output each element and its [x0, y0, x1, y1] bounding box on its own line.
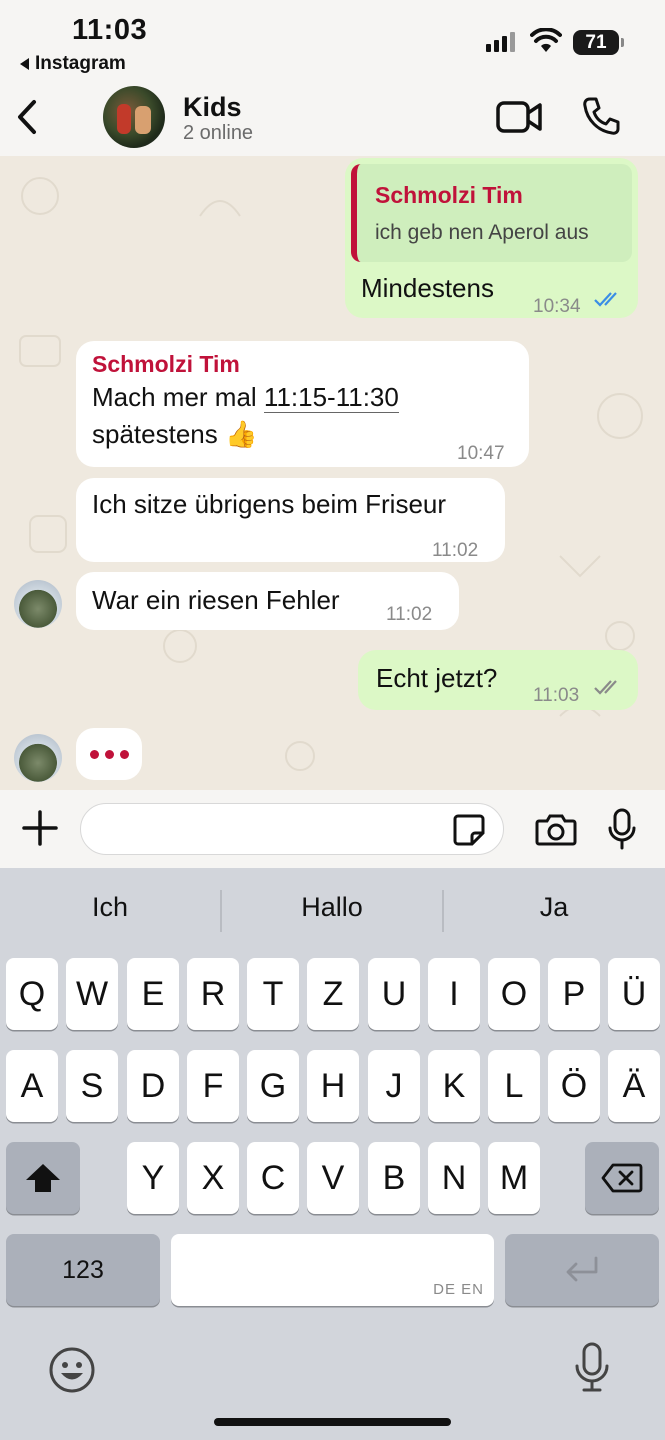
- message-outgoing-mindestens[interactable]: Schmolzi Tim ich geb nen Aperol aus Mind…: [345, 158, 638, 318]
- typing-dot: [119, 749, 129, 759]
- key-t[interactable]: T: [247, 958, 299, 1030]
- key-x[interactable]: X: [187, 1142, 239, 1214]
- attach-plus-icon[interactable]: [22, 810, 58, 846]
- key-j[interactable]: J: [368, 1050, 420, 1122]
- message-text: Mach mer mal: [92, 382, 264, 412]
- key-b[interactable]: B: [368, 1142, 420, 1214]
- key-m[interactable]: M: [488, 1142, 540, 1214]
- key-ae[interactable]: Ä: [608, 1050, 660, 1122]
- message-time: 11:03: [533, 685, 580, 706]
- chat-area[interactable]: Schmolzi Tim ich geb nen Aperol aus Mind…: [0, 156, 665, 790]
- wifi-icon: [530, 28, 562, 52]
- key-s[interactable]: S: [66, 1050, 118, 1122]
- video-call-icon[interactable]: [496, 100, 542, 134]
- voice-message-mic-icon[interactable]: [607, 808, 637, 850]
- key-d[interactable]: D: [127, 1050, 179, 1122]
- keyboard-language-label: DE EN: [433, 1281, 484, 1298]
- message-text: spätestens 👍: [92, 419, 258, 449]
- chat-online-status: 2 online: [183, 122, 254, 144]
- message-text: Mindestens: [361, 273, 494, 303]
- status-time: 11:03: [72, 14, 148, 46]
- key-a[interactable]: A: [6, 1050, 58, 1122]
- typing-indicator: [76, 728, 142, 780]
- key-oe[interactable]: Ö: [548, 1050, 600, 1122]
- shift-arrow-icon: [26, 1164, 60, 1192]
- key-f[interactable]: F: [187, 1050, 239, 1122]
- home-indicator[interactable]: [214, 1418, 451, 1426]
- message-time: 11:02: [432, 540, 479, 561]
- typing-sender-avatar[interactable]: [14, 734, 62, 782]
- message-sender: Schmolzi Tim: [92, 351, 240, 377]
- delivered-ticks-icon: [594, 680, 617, 695]
- voice-call-icon[interactable]: [582, 96, 620, 136]
- back-chevron-icon[interactable]: [12, 96, 46, 138]
- message-time: 10:47: [457, 443, 505, 464]
- key-n[interactable]: N: [428, 1142, 480, 1214]
- key-y[interactable]: Y: [127, 1142, 179, 1214]
- return-key[interactable]: [505, 1234, 659, 1306]
- emoji-keyboard-icon[interactable]: [48, 1346, 96, 1394]
- message-incoming-friseur[interactable]: Ich sitze übrigens beim Friseur 11:02: [76, 478, 505, 562]
- back-triangle-icon: [20, 58, 29, 70]
- typing-dot: [104, 749, 114, 759]
- onscreen-keyboard: Ich Hallo Ja Q W E R T Z U I O P Ü A S D…: [0, 868, 665, 1440]
- space-key[interactable]: DE EN: [171, 1234, 494, 1306]
- quote-text: ich geb nen Aperol aus: [375, 221, 589, 244]
- key-g[interactable]: G: [247, 1050, 299, 1122]
- message-time: 10:34: [533, 296, 581, 317]
- message-input[interactable]: [80, 803, 504, 855]
- time-range-link[interactable]: 11:15-11:30: [263, 382, 399, 413]
- typing-dot: [89, 749, 99, 759]
- battery-indicator: 71: [573, 30, 624, 55]
- group-avatar[interactable]: [103, 86, 165, 148]
- suggestion-3[interactable]: Ja: [444, 892, 664, 923]
- key-h[interactable]: H: [307, 1050, 359, 1122]
- key-z[interactable]: Z: [307, 958, 359, 1030]
- key-w[interactable]: W: [66, 958, 118, 1030]
- key-r[interactable]: R: [187, 958, 239, 1030]
- sticker-icon[interactable]: [452, 813, 486, 847]
- quoted-message[interactable]: Schmolzi Tim ich geb nen Aperol aus: [351, 164, 632, 262]
- chat-title[interactable]: Kids: [183, 92, 242, 123]
- sender-avatar[interactable]: [14, 580, 62, 628]
- key-q[interactable]: Q: [6, 958, 58, 1030]
- message-outgoing-echt-jetzt[interactable]: Echt jetzt? 11:03: [358, 650, 638, 710]
- numbers-key[interactable]: 123: [6, 1234, 160, 1306]
- message-time: 11:02: [386, 604, 433, 625]
- key-v[interactable]: V: [307, 1142, 359, 1214]
- key-c[interactable]: C: [247, 1142, 299, 1214]
- back-app-label: Instagram: [35, 53, 126, 74]
- suggestion-1[interactable]: Ich: [0, 892, 220, 923]
- camera-icon[interactable]: [535, 812, 577, 846]
- message-input-bar: [0, 790, 665, 868]
- message-incoming-mach-mer-mal[interactable]: Schmolzi Tim Mach mer mal 11:15-11:30 sp…: [76, 341, 529, 467]
- key-o[interactable]: O: [488, 958, 540, 1030]
- return-arrow-icon: [566, 1256, 598, 1282]
- key-l[interactable]: L: [488, 1050, 540, 1122]
- key-k[interactable]: K: [428, 1050, 480, 1122]
- backspace-key[interactable]: [585, 1142, 659, 1214]
- key-ue[interactable]: Ü: [608, 958, 660, 1030]
- status-bar: 11:03 Instagram 71: [0, 0, 665, 80]
- message-text: Ich sitze übrigens beim Friseur: [92, 489, 447, 519]
- predictive-suggestions: Ich Hallo Ja: [0, 868, 665, 952]
- message-incoming-fehler[interactable]: War ein riesen Fehler 11:02: [76, 572, 459, 630]
- dictation-mic-icon[interactable]: [574, 1342, 610, 1392]
- message-text: Echt jetzt?: [376, 663, 498, 693]
- quote-sender: Schmolzi Tim: [375, 182, 523, 208]
- backspace-icon: [601, 1163, 643, 1193]
- shift-key[interactable]: [6, 1142, 80, 1214]
- chat-header: Kids 2 online: [0, 80, 665, 156]
- back-to-app-link[interactable]: Instagram: [20, 53, 126, 75]
- suggestion-2[interactable]: Hallo: [222, 892, 442, 923]
- key-p[interactable]: P: [548, 958, 600, 1030]
- read-ticks-icon: [594, 292, 617, 307]
- cellular-signal-icon: [486, 30, 515, 52]
- key-u[interactable]: U: [368, 958, 420, 1030]
- key-e[interactable]: E: [127, 958, 179, 1030]
- message-line: Mach mer mal 11:15-11:30: [92, 379, 513, 416]
- key-i[interactable]: I: [428, 958, 480, 1030]
